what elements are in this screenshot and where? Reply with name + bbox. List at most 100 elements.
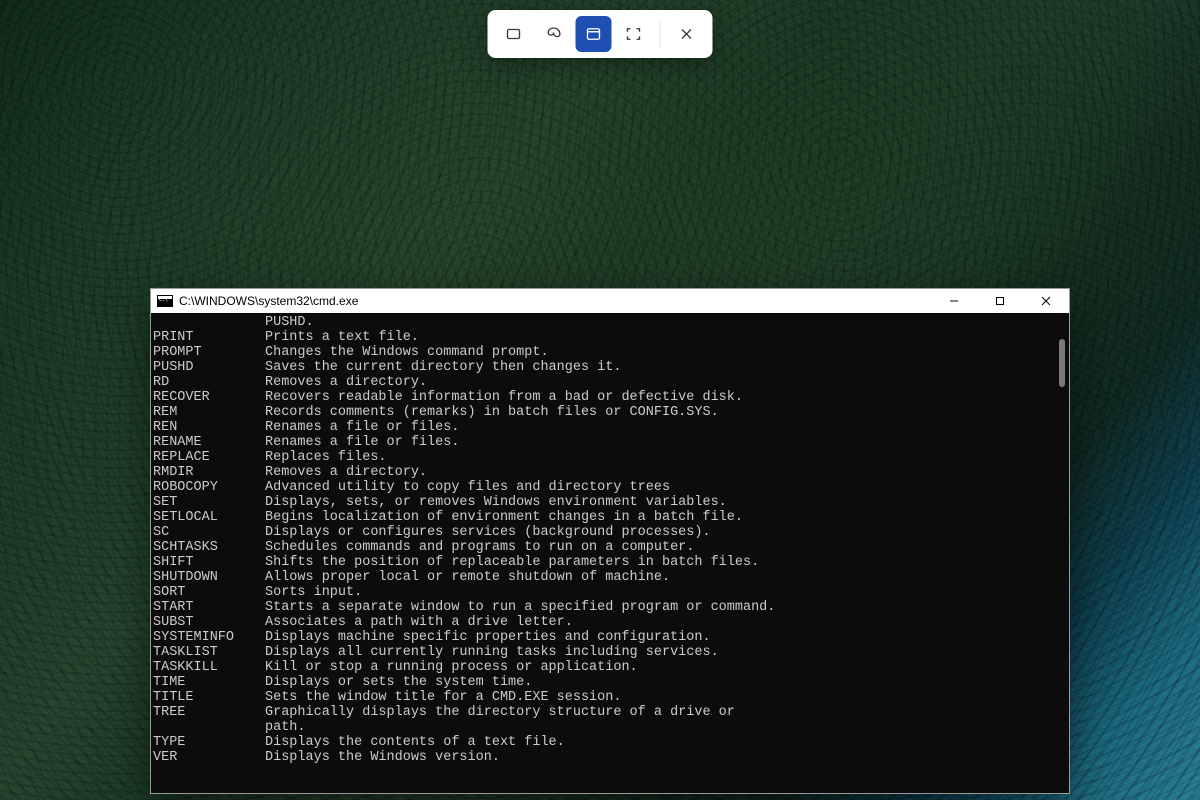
help-description: Displays or configures services (backgro… bbox=[265, 525, 711, 540]
close-window-button[interactable] bbox=[1023, 289, 1069, 313]
terminal-line: RENRenames a file or files. bbox=[153, 420, 1067, 435]
freeform-icon bbox=[545, 25, 563, 43]
minimize-button[interactable] bbox=[931, 289, 977, 313]
maximize-button[interactable] bbox=[977, 289, 1023, 313]
terminal-line: PUSHDSaves the current directory then ch… bbox=[153, 360, 1067, 375]
help-command: SORT bbox=[153, 585, 265, 600]
help-command: SHUTDOWN bbox=[153, 570, 265, 585]
close-icon bbox=[678, 25, 696, 43]
help-command: SET bbox=[153, 495, 265, 510]
help-description: Allows proper local or remote shutdown o… bbox=[265, 570, 670, 585]
terminal-line: REMRecords comments (remarks) in batch f… bbox=[153, 405, 1067, 420]
help-command: RD bbox=[153, 375, 265, 390]
terminal-line: SHUTDOWNAllows proper local or remote sh… bbox=[153, 570, 1067, 585]
help-description: Kill or stop a running process or applic… bbox=[265, 660, 638, 675]
help-description: Shifts the position of replaceable param… bbox=[265, 555, 759, 570]
help-description: Prints a text file. bbox=[265, 330, 419, 345]
fullscreen-snip-button[interactable] bbox=[616, 16, 652, 52]
rectangle-snip-button[interactable] bbox=[496, 16, 532, 52]
help-description: Replaces files. bbox=[265, 450, 387, 465]
help-command: REM bbox=[153, 405, 265, 420]
help-description: path. bbox=[265, 720, 306, 735]
snipping-toolbar bbox=[488, 10, 713, 58]
window-controls bbox=[931, 289, 1069, 313]
terminal-line: path. bbox=[153, 720, 1067, 735]
help-description: Renames a file or files. bbox=[265, 420, 459, 435]
fullscreen-icon bbox=[625, 25, 643, 43]
help-command: TASKKILL bbox=[153, 660, 265, 675]
rectangle-icon bbox=[505, 25, 523, 43]
help-command: SUBST bbox=[153, 615, 265, 630]
terminal-line: SORTSorts input. bbox=[153, 585, 1067, 600]
help-description: Associates a path with a drive letter. bbox=[265, 615, 573, 630]
terminal-line: RECOVERRecovers readable information fro… bbox=[153, 390, 1067, 405]
help-command: SHIFT bbox=[153, 555, 265, 570]
help-command: RECOVER bbox=[153, 390, 265, 405]
help-command: SYSTEMINFO bbox=[153, 630, 265, 645]
cmd-titlebar[interactable]: C:\WINDOWS\system32\cmd.exe bbox=[151, 289, 1069, 313]
help-description: Displays machine specific properties and… bbox=[265, 630, 711, 645]
terminal-line: SYSTEMINFODisplays machine specific prop… bbox=[153, 630, 1067, 645]
help-description: Schedules commands and programs to run o… bbox=[265, 540, 694, 555]
help-command: PRINT bbox=[153, 330, 265, 345]
help-description: Advanced utility to copy files and direc… bbox=[265, 480, 670, 495]
help-command: SETLOCAL bbox=[153, 510, 265, 525]
help-command: RENAME bbox=[153, 435, 265, 450]
help-command: TYPE bbox=[153, 735, 265, 750]
help-command: SC bbox=[153, 525, 265, 540]
terminal-line: ROBOCOPYAdvanced utility to copy files a… bbox=[153, 480, 1067, 495]
help-description: Starts a separate window to run a specif… bbox=[265, 600, 775, 615]
help-command: TITLE bbox=[153, 690, 265, 705]
cmd-window[interactable]: C:\WINDOWS\system32\cmd.exe PUSHD.PRINTP… bbox=[150, 288, 1070, 794]
terminal-line: SCHTASKSSchedules commands and programs … bbox=[153, 540, 1067, 555]
freeform-snip-button[interactable] bbox=[536, 16, 572, 52]
desktop-wallpaper: C:\WINDOWS\system32\cmd.exe PUSHD.PRINTP… bbox=[0, 0, 1200, 800]
terminal-scrollbar[interactable] bbox=[1053, 313, 1069, 793]
maximize-icon bbox=[995, 296, 1005, 306]
terminal-line: RENAMERenames a file or files. bbox=[153, 435, 1067, 450]
help-command: VER bbox=[153, 750, 265, 765]
terminal-line: TASKLISTDisplays all currently running t… bbox=[153, 645, 1067, 660]
terminal-line: TASKKILLKill or stop a running process o… bbox=[153, 660, 1067, 675]
help-description: Displays all currently running tasks inc… bbox=[265, 645, 719, 660]
terminal-line: SETDisplays, sets, or removes Windows en… bbox=[153, 495, 1067, 510]
help-command: TASKLIST bbox=[153, 645, 265, 660]
help-description: Records comments (remarks) in batch file… bbox=[265, 405, 719, 420]
help-description: Displays the contents of a text file. bbox=[265, 735, 565, 750]
window-icon bbox=[585, 25, 603, 43]
terminal-line: TIMEDisplays or sets the system time. bbox=[153, 675, 1067, 690]
help-description: Removes a directory. bbox=[265, 465, 427, 480]
help-command: TIME bbox=[153, 675, 265, 690]
help-command: ROBOCOPY bbox=[153, 480, 265, 495]
help-command: SCHTASKS bbox=[153, 540, 265, 555]
terminal-line: TREEGraphically displays the directory s… bbox=[153, 705, 1067, 720]
help-description: Renames a file or files. bbox=[265, 435, 459, 450]
cmd-title-text: C:\WINDOWS\system32\cmd.exe bbox=[179, 294, 358, 308]
help-description: Graphically displays the directory struc… bbox=[265, 705, 735, 720]
terminal-line: RDRemoves a directory. bbox=[153, 375, 1067, 390]
help-description: Begins localization of environment chang… bbox=[265, 510, 743, 525]
terminal-line: SUBSTAssociates a path with a drive lett… bbox=[153, 615, 1067, 630]
window-snip-button[interactable] bbox=[576, 16, 612, 52]
help-description: Sorts input. bbox=[265, 585, 362, 600]
help-description: Changes the Windows command prompt. bbox=[265, 345, 549, 360]
terminal-line: TYPEDisplays the contents of a text file… bbox=[153, 735, 1067, 750]
terminal-scrollbar-thumb[interactable] bbox=[1059, 339, 1065, 387]
terminal-line: RMDIRRemoves a directory. bbox=[153, 465, 1067, 480]
terminal-line: TITLESets the window title for a CMD.EXE… bbox=[153, 690, 1067, 705]
terminal-line: PROMPTChanges the Windows command prompt… bbox=[153, 345, 1067, 360]
terminal-line: SETLOCALBegins localization of environme… bbox=[153, 510, 1067, 525]
close-icon bbox=[1041, 296, 1051, 306]
help-description: PUSHD. bbox=[265, 315, 314, 330]
terminal-line: SHIFTShifts the position of replaceable … bbox=[153, 555, 1067, 570]
minimize-icon bbox=[949, 296, 959, 306]
cmd-terminal-output[interactable]: PUSHD.PRINTPrints a text file.PROMPTChan… bbox=[151, 313, 1069, 793]
cmd-app-icon bbox=[157, 295, 173, 307]
help-description: Recovers readable information from a bad… bbox=[265, 390, 743, 405]
help-description: Saves the current directory then changes… bbox=[265, 360, 621, 375]
help-command: REPLACE bbox=[153, 450, 265, 465]
help-command: REN bbox=[153, 420, 265, 435]
close-snip-button[interactable] bbox=[669, 16, 705, 52]
help-command: TREE bbox=[153, 705, 265, 720]
help-command: PUSHD bbox=[153, 360, 265, 375]
